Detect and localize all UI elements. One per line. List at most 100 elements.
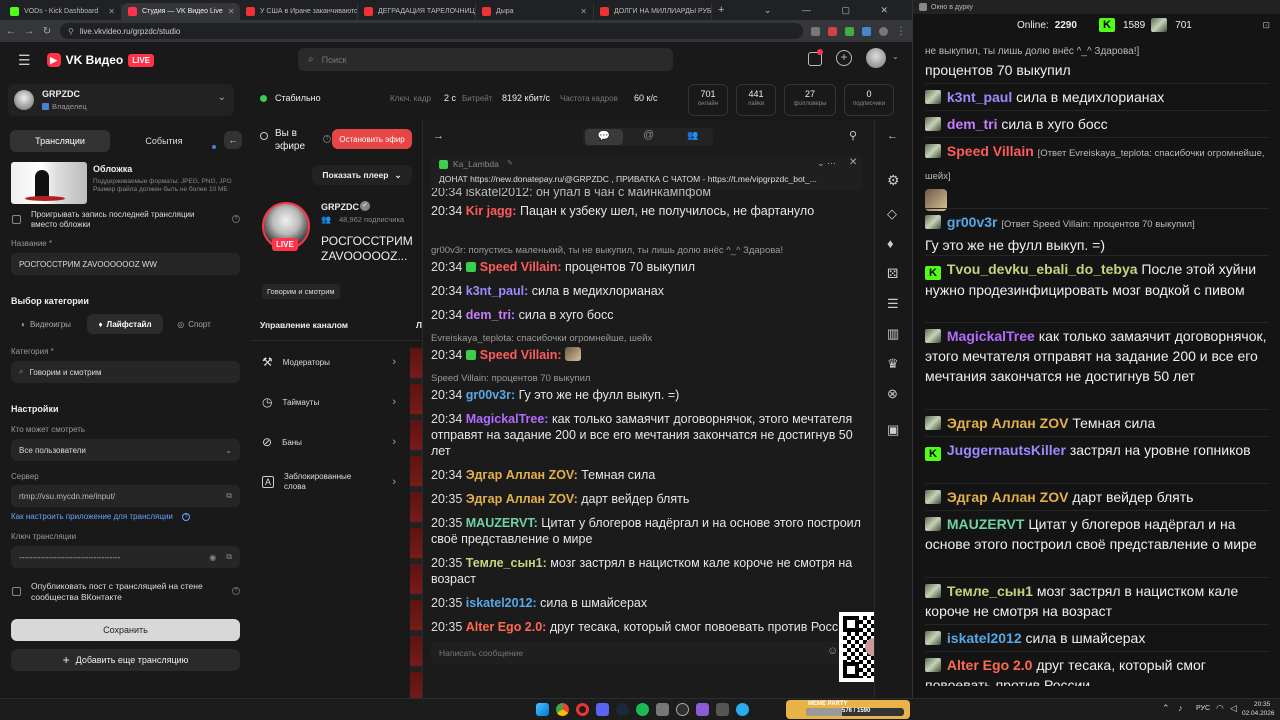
collapse-left-icon[interactable]: ← (887, 130, 898, 142)
copy-icon[interactable]: ⧉ (226, 552, 232, 562)
show-player-button[interactable]: Показать плеер ⌄ (312, 165, 412, 185)
vk-logo-icon[interactable]: ▶ (46, 53, 61, 67)
extension-icon[interactable] (862, 26, 871, 36)
search-input[interactable]: ⌕ Поиск (298, 48, 673, 71)
meme-party-widget[interactable]: MEME PARTY 576 / 1590 (786, 700, 910, 719)
chat-tab-icon[interactable]: 💬 (585, 129, 623, 145)
browser-tab[interactable]: Студия — VK Видео Live ✕ (122, 3, 240, 20)
message-username[interactable]: Speed Villain: (480, 260, 562, 274)
extension-icon[interactable] (828, 26, 837, 36)
help-icon[interactable]: ? (232, 215, 240, 223)
chat-message[interactable]: 20:34 k3nt_paul: сила в медихлорианах (431, 283, 861, 299)
help-icon[interactable]: ? (232, 587, 240, 595)
hamburger-icon[interactable]: ☰ (18, 52, 31, 69)
stop-stream-button[interactable]: Остановить эфир (332, 129, 412, 149)
wifi-icon[interactable]: ◠ (1216, 703, 1224, 714)
channel-selector[interactable]: GRPZDC Владелец ⌄ (8, 84, 234, 116)
dice-icon[interactable]: ⚄ (887, 266, 901, 281)
pinned-message[interactable]: Ka_Lambda ✎ ДОНАТ https://new.donatepay.… (431, 156, 863, 190)
chat-message[interactable]: 20:34 dem_tri: сила в хуго босс (431, 307, 861, 323)
extension-icon[interactable] (845, 26, 854, 36)
list-icon[interactable]: ☰ (887, 296, 901, 311)
publish-checkbox[interactable] (12, 587, 21, 596)
tab-lifestyle[interactable]: ♦ Лайфстайл (87, 314, 163, 334)
chat-message[interactable]: 20:34 Speed Villain: процентов 70 выкупи… (431, 259, 861, 275)
trophy-icon[interactable]: ♛ (887, 356, 901, 371)
tray-icon[interactable]: ♪ (1178, 703, 1183, 713)
close-tab-icon[interactable]: ✕ (228, 7, 235, 16)
message-username[interactable]: Speed Villain: (480, 348, 562, 362)
chat-message[interactable]: 20:35 Alter Ego 2.0: друг тесака, которы… (431, 619, 861, 635)
message-username[interactable]: gr00v3r: (466, 388, 515, 402)
discord-icon[interactable] (596, 703, 609, 716)
vk-logo-text[interactable]: VK Видео (66, 53, 124, 67)
who-can-watch-select[interactable]: Все пользователи ⌄ (11, 439, 240, 461)
browser-tab[interactable]: У США в Иране заканчиваются✕ (240, 3, 358, 20)
save-button[interactable]: Сохранить (11, 619, 240, 641)
mentions-tab-icon[interactable]: @ (643, 129, 654, 141)
opera-icon[interactable] (576, 703, 589, 716)
menu-moderators[interactable]: ⚒ Модераторы › (250, 342, 422, 382)
category-input[interactable]: ⌕ Говорим и смотрим (11, 361, 240, 383)
profile-icon[interactable] (879, 26, 888, 36)
category-tag[interactable]: Говорим и смотрим (262, 284, 340, 299)
gear-icon[interactable]: ⚙ (887, 172, 901, 188)
site-info-icon[interactable]: ⚲ (68, 27, 74, 36)
clock-time[interactable]: 20:35 (1254, 701, 1270, 708)
copy-icon[interactable]: ⧉ (226, 491, 232, 501)
windows-start-icon[interactable] (536, 703, 549, 716)
document-icon[interactable]: ▣ (887, 422, 901, 437)
add-stream-button[interactable]: + Добавить еще трансляцию (11, 649, 240, 671)
users-tab-icon[interactable]: 👥 (687, 130, 698, 141)
tab-streams[interactable]: Трансляции (10, 130, 110, 152)
user-avatar[interactable] (866, 48, 886, 68)
message-username[interactable]: Эдгар Аллан ZOV: (466, 468, 578, 482)
pin-icon[interactable]: ⚲ (849, 129, 857, 142)
howto-link[interactable]: Как настроить приложение для трансляции (11, 512, 173, 521)
app-icon[interactable] (716, 703, 729, 716)
browser-tab[interactable]: ДОЛГИ НА МИЛЛИАРДЫ РУБ✕ (594, 3, 712, 20)
url-field[interactable]: ⚲ live.vkvideo.ru/grpzdc/studio (60, 23, 803, 39)
settings-icon[interactable]: ⊡ (1262, 20, 1270, 31)
eye-icon[interactable]: ◉ (209, 553, 216, 562)
chat-input[interactable]: Написать сообщение (431, 642, 843, 664)
spotify-icon[interactable] (636, 703, 649, 716)
menu-timeouts[interactable]: ◷ Таймауты › (250, 382, 422, 422)
telegram-icon[interactable] (736, 703, 749, 716)
chat-message[interactable]: 20:34 MagickalTree: как только замаячит … (431, 411, 861, 459)
message-username[interactable]: MagickalTree: (466, 412, 549, 426)
message-username[interactable]: iskatel2012: (466, 596, 537, 610)
chat-message[interactable]: 20:34 Эдгар Аллан ZOV: Темная сила (431, 467, 861, 483)
message-username[interactable]: dem_tri: (466, 308, 515, 322)
close-icon[interactable]: ✕ (849, 157, 857, 168)
help-icon[interactable]: ? (182, 513, 190, 521)
chat-message[interactable]: 20:34 Kir jagg: Пацан к узбеку шел, не п… (431, 203, 861, 219)
reload-icon[interactable]: ↻ (42, 26, 52, 37)
gem-icon[interactable]: ♦ (887, 236, 901, 251)
chevron-down-icon[interactable]: ⌄ (892, 52, 899, 61)
emoji-icon[interactable]: ☺ (827, 645, 838, 657)
tab-sport[interactable]: ◎ Спорт (169, 314, 219, 334)
chat-expand-icon[interactable]: → (433, 130, 444, 142)
menu-blocked-words[interactable]: A Заблокированные слова › (250, 462, 422, 502)
back-icon[interactable]: ← (6, 26, 16, 37)
menu-bans[interactable]: ⊘ Баны › (250, 422, 422, 462)
replay-checkbox[interactable] (12, 215, 21, 224)
language-indicator[interactable]: РУС (1196, 705, 1210, 712)
message-username[interactable]: Темле_сын1: (466, 556, 547, 570)
chat-message[interactable]: 20:34 gr00v3r: Гу это же не фулл выкуп. … (431, 387, 861, 403)
chat-block-icon[interactable]: ⊗ (887, 386, 901, 401)
browser-tab[interactable]: ДЕГРАДАЦИЯ ТАРЕЛОЧНИЦ✕ (358, 3, 476, 20)
message-username[interactable]: Alter Ego 2.0: (466, 620, 547, 634)
volume-icon[interactable]: ◁ (1230, 703, 1237, 714)
obs-icon[interactable] (676, 703, 689, 716)
browser-tab[interactable]: Дыра ✕ (476, 3, 594, 20)
message-username[interactable]: k3nt_paul: (466, 284, 529, 298)
diamond-icon[interactable]: ◇ (887, 206, 901, 221)
chat-message[interactable]: 20:34 Speed Villain: (431, 347, 861, 363)
message-username[interactable]: Kir jagg: (466, 204, 517, 218)
help-icon[interactable]: ? (323, 135, 331, 143)
chrome-icon[interactable] (556, 703, 569, 716)
app-icon[interactable] (696, 703, 709, 716)
add-icon[interactable]: + (836, 50, 852, 66)
